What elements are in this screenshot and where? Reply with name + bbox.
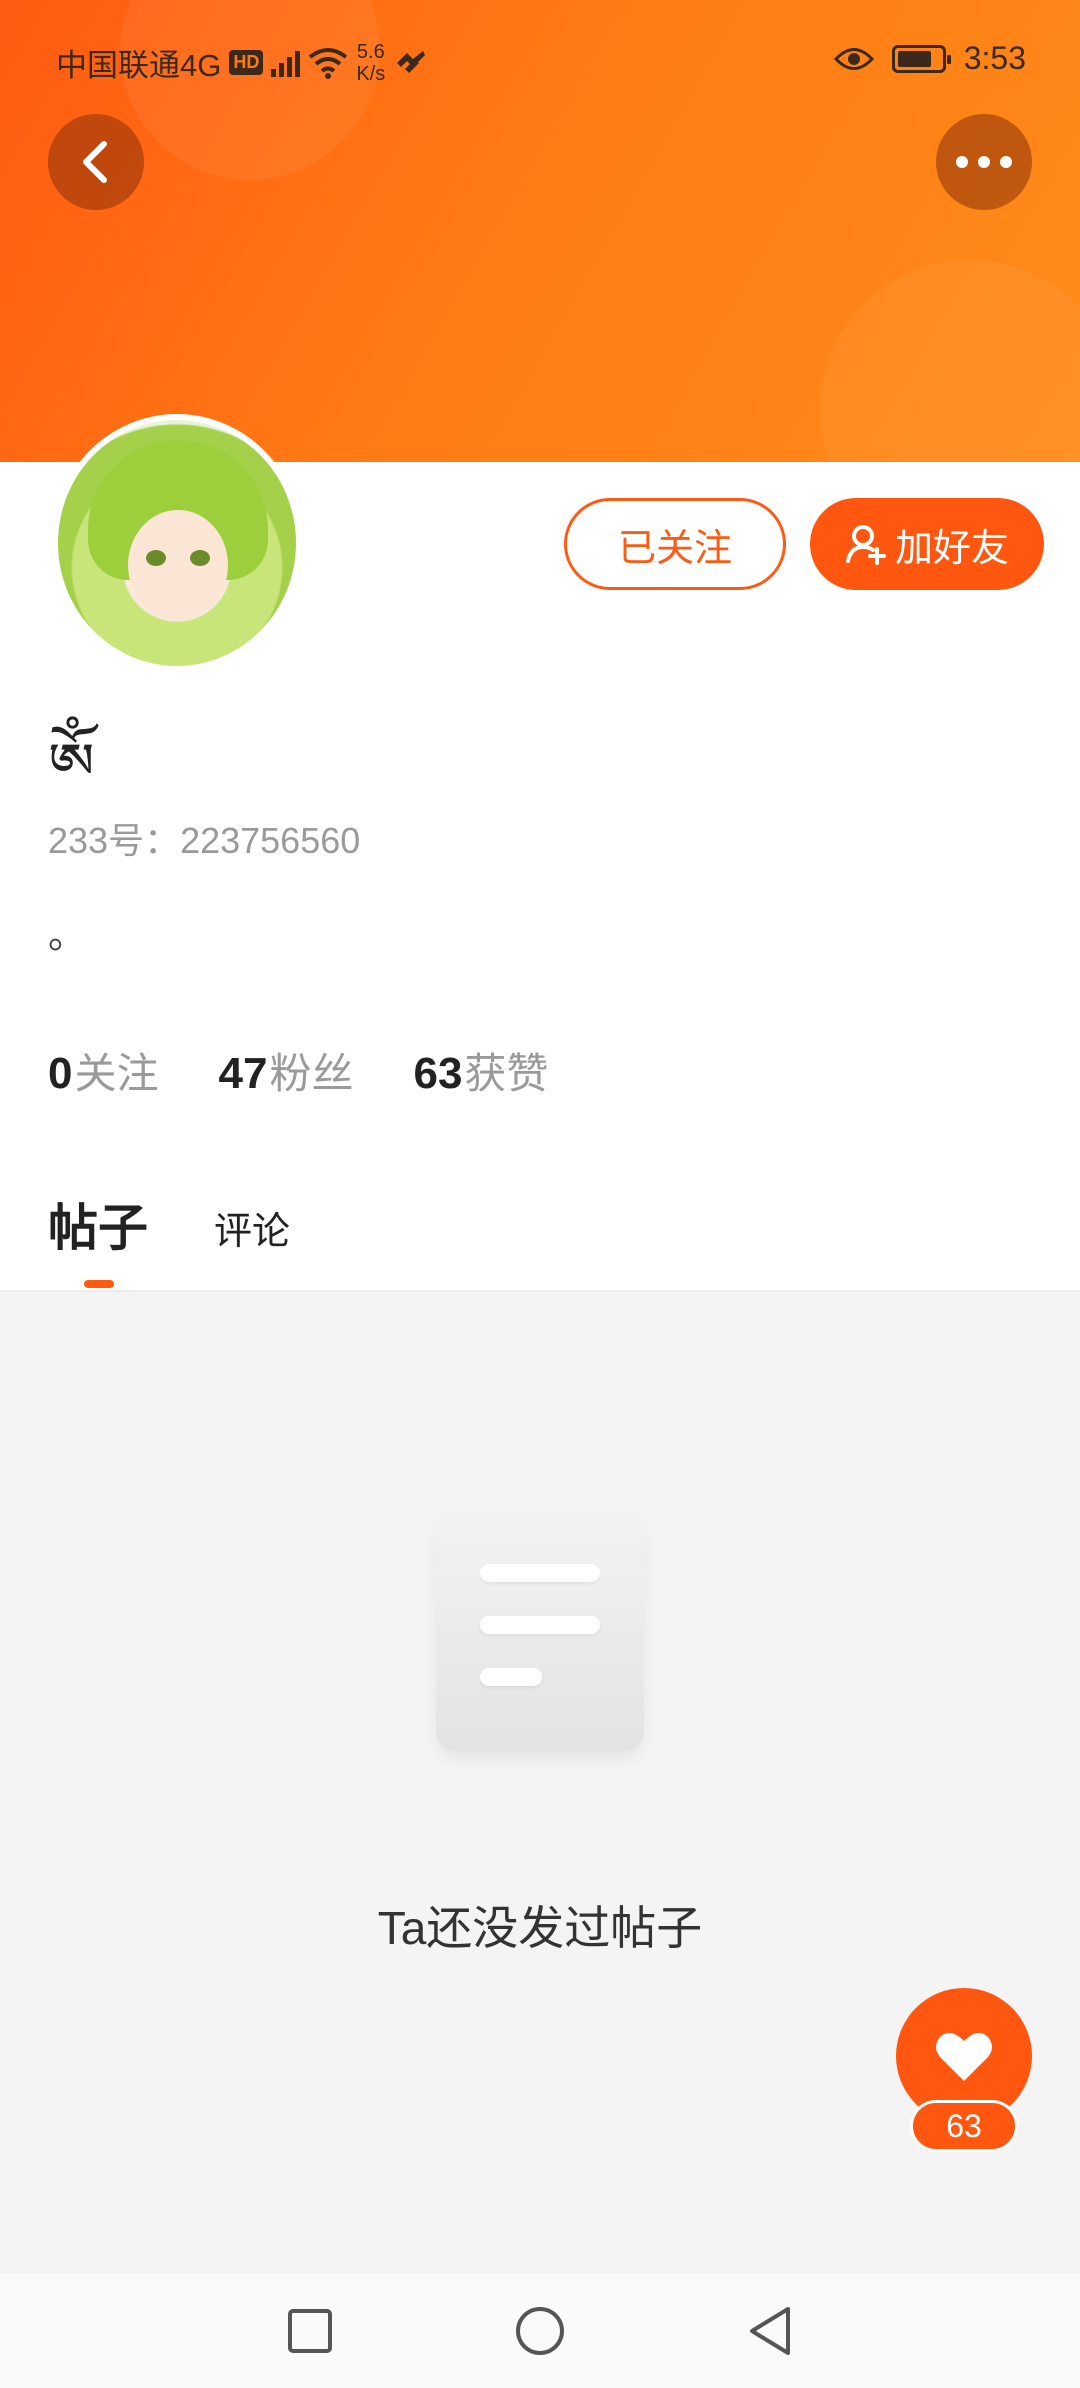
add-friend-button[interactable]: 加好友 <box>810 498 1044 590</box>
back-button[interactable] <box>48 114 144 210</box>
status-left: 中国联通4G HD 5.6 K/s <box>56 40 429 85</box>
hd-badge: HD <box>229 50 264 75</box>
fans-stat[interactable]: 47粉丝 <box>219 1040 354 1101</box>
bio: 。 <box>48 915 87 957</box>
signal-icon <box>271 49 301 77</box>
likes-stat[interactable]: 63获赞 <box>413 1040 548 1101</box>
add-user-icon <box>845 525 886 565</box>
wifi-icon <box>309 47 348 79</box>
speed-unit: K/s <box>356 62 386 85</box>
triangle-back-icon <box>750 2307 790 2355</box>
empty-state-message: Ta还没发过帖子 <box>377 1902 703 1954</box>
battery-icon <box>891 44 951 73</box>
likes-count: 63 <box>413 1049 463 1098</box>
banner-decoration <box>820 260 1080 462</box>
tab-posts[interactable]: 帖子 <box>48 1188 148 1260</box>
fans-label: 粉丝 <box>269 1050 354 1097</box>
tab-indicator <box>84 1280 114 1288</box>
likes-label: 获赞 <box>464 1050 549 1097</box>
status-bar: 中国联通4G HD 5.6 K/s 3:53 <box>0 0 1080 120</box>
profile-tabs: 帖子 评论 <box>0 1170 1080 1290</box>
network-speed: 5.6 K/s <box>356 41 385 85</box>
tab-comments[interactable]: 评论 <box>214 1200 290 1255</box>
system-navigation-bar <box>0 2274 1080 2388</box>
following-stat[interactable]: 0关注 <box>48 1040 159 1101</box>
following-label: 关注 <box>74 1050 159 1097</box>
empty-document-icon <box>436 1512 644 1752</box>
carrier-name: 中国联通4G <box>56 48 222 83</box>
speed-value: 5.6 <box>356 40 385 63</box>
eye-icon <box>833 47 874 70</box>
user-id[interactable]: 233号：223756560 <box>48 812 360 864</box>
clock: 3:53 <box>963 40 1026 76</box>
home-button[interactable] <box>500 2291 580 2371</box>
profile-stats: 0关注 47粉丝 63获赞 <box>48 1040 548 1101</box>
chevron-left-icon <box>83 141 107 183</box>
square-icon <box>288 2309 332 2353</box>
like-count-badge: 63 <box>910 2100 1018 2152</box>
circle-icon <box>516 2307 564 2355</box>
following-count: 0 <box>48 1049 73 1098</box>
avatar-image <box>58 420 296 666</box>
add-friend-label: 加好友 <box>894 527 1009 570</box>
fans-count: 47 <box>218 1049 268 1098</box>
heart-icon <box>936 2032 992 2081</box>
system-back-button[interactable] <box>730 2291 810 2371</box>
followed-button[interactable]: 已关注 <box>564 498 786 590</box>
app-notification-icon <box>397 50 426 73</box>
more-dots-icon <box>956 156 1012 168</box>
more-button[interactable] <box>936 114 1032 210</box>
recent-apps-button[interactable] <box>270 2291 350 2371</box>
status-right: 3:53 <box>833 40 1026 77</box>
avatar[interactable] <box>52 414 302 672</box>
